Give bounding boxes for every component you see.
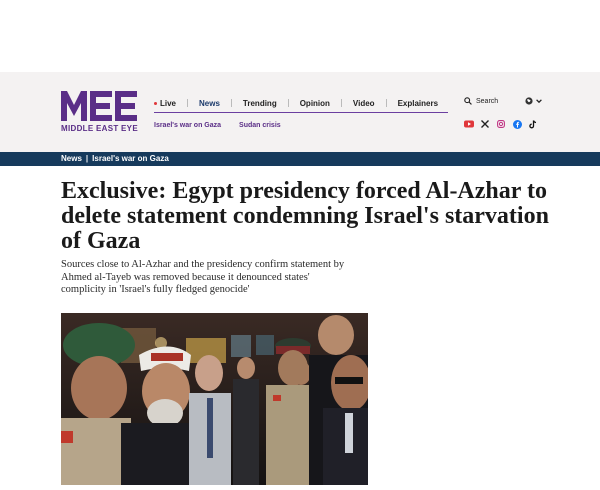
site-logo[interactable]: MIDDLE EAST EYE (61, 89, 139, 135)
social-links (464, 119, 544, 129)
nav-news-label: News (199, 98, 220, 108)
subnav-sudan-crisis[interactable]: Sudan crisis (239, 122, 281, 129)
nav-trending-label: Trending (242, 98, 277, 108)
subnav-israel-war-gaza[interactable]: Israel's war on Gaza (154, 122, 221, 129)
globe-icon (525, 97, 533, 105)
live-dot-icon (154, 101, 157, 105)
nav-opinion-label: Opinion (299, 98, 330, 108)
nav-news[interactable]: News (199, 99, 220, 108)
main-nav: Live News Trending Opinion Video Explain… (154, 96, 438, 110)
nav-opinion[interactable]: Opinion (300, 99, 330, 108)
chevron-down-icon (536, 99, 542, 104)
article-standfirst: Sources close to Al-Azhar and the presid… (61, 259, 345, 295)
nav-explainers-label: Explainers (397, 98, 439, 108)
nav-divider (340, 99, 342, 107)
top-ad-space (0, 0, 600, 72)
nav-divider (230, 99, 232, 107)
search-label: Search (476, 97, 499, 105)
nav-live-label: Live (160, 98, 177, 108)
breadcrumb-topic[interactable]: Israel's war on Gaza (92, 154, 169, 163)
article-hero-image (61, 313, 368, 485)
nav-video-label: Video (352, 98, 375, 108)
nav-explainers[interactable]: Explainers (398, 99, 438, 108)
nav-video[interactable]: Video (353, 99, 375, 108)
nav-divider (187, 99, 189, 107)
article-headline: Exclusive: Egypt presidency forced Al-Az… (61, 178, 549, 254)
breadcrumb-separator: | (85, 154, 89, 163)
sub-nav: Israel's war on Gaza Sudan crisis (154, 122, 299, 129)
search-button[interactable]: Search (464, 97, 498, 105)
nav-trending[interactable]: Trending (243, 99, 277, 108)
search-icon (464, 97, 472, 105)
x-icon[interactable] (480, 119, 490, 129)
nav-underline (154, 112, 448, 113)
nav-divider (287, 99, 289, 107)
nav-live[interactable]: Live (154, 99, 176, 108)
youtube-icon[interactable] (464, 119, 474, 129)
nav-divider (385, 99, 387, 107)
mee-logo-icon (61, 91, 137, 121)
breadcrumb: News | Israel's war on Gaza (61, 154, 169, 163)
hero-photo (61, 313, 368, 485)
language-selector[interactable] (525, 97, 543, 105)
facebook-icon[interactable] (512, 119, 522, 129)
breadcrumb-section[interactable]: News (61, 154, 82, 163)
logo-text: MIDDLE EAST EYE (61, 124, 138, 133)
tiktok-icon[interactable] (528, 119, 538, 129)
breadcrumb-bar: News | Israel's war on Gaza (0, 152, 600, 166)
instagram-icon[interactable] (496, 119, 506, 129)
